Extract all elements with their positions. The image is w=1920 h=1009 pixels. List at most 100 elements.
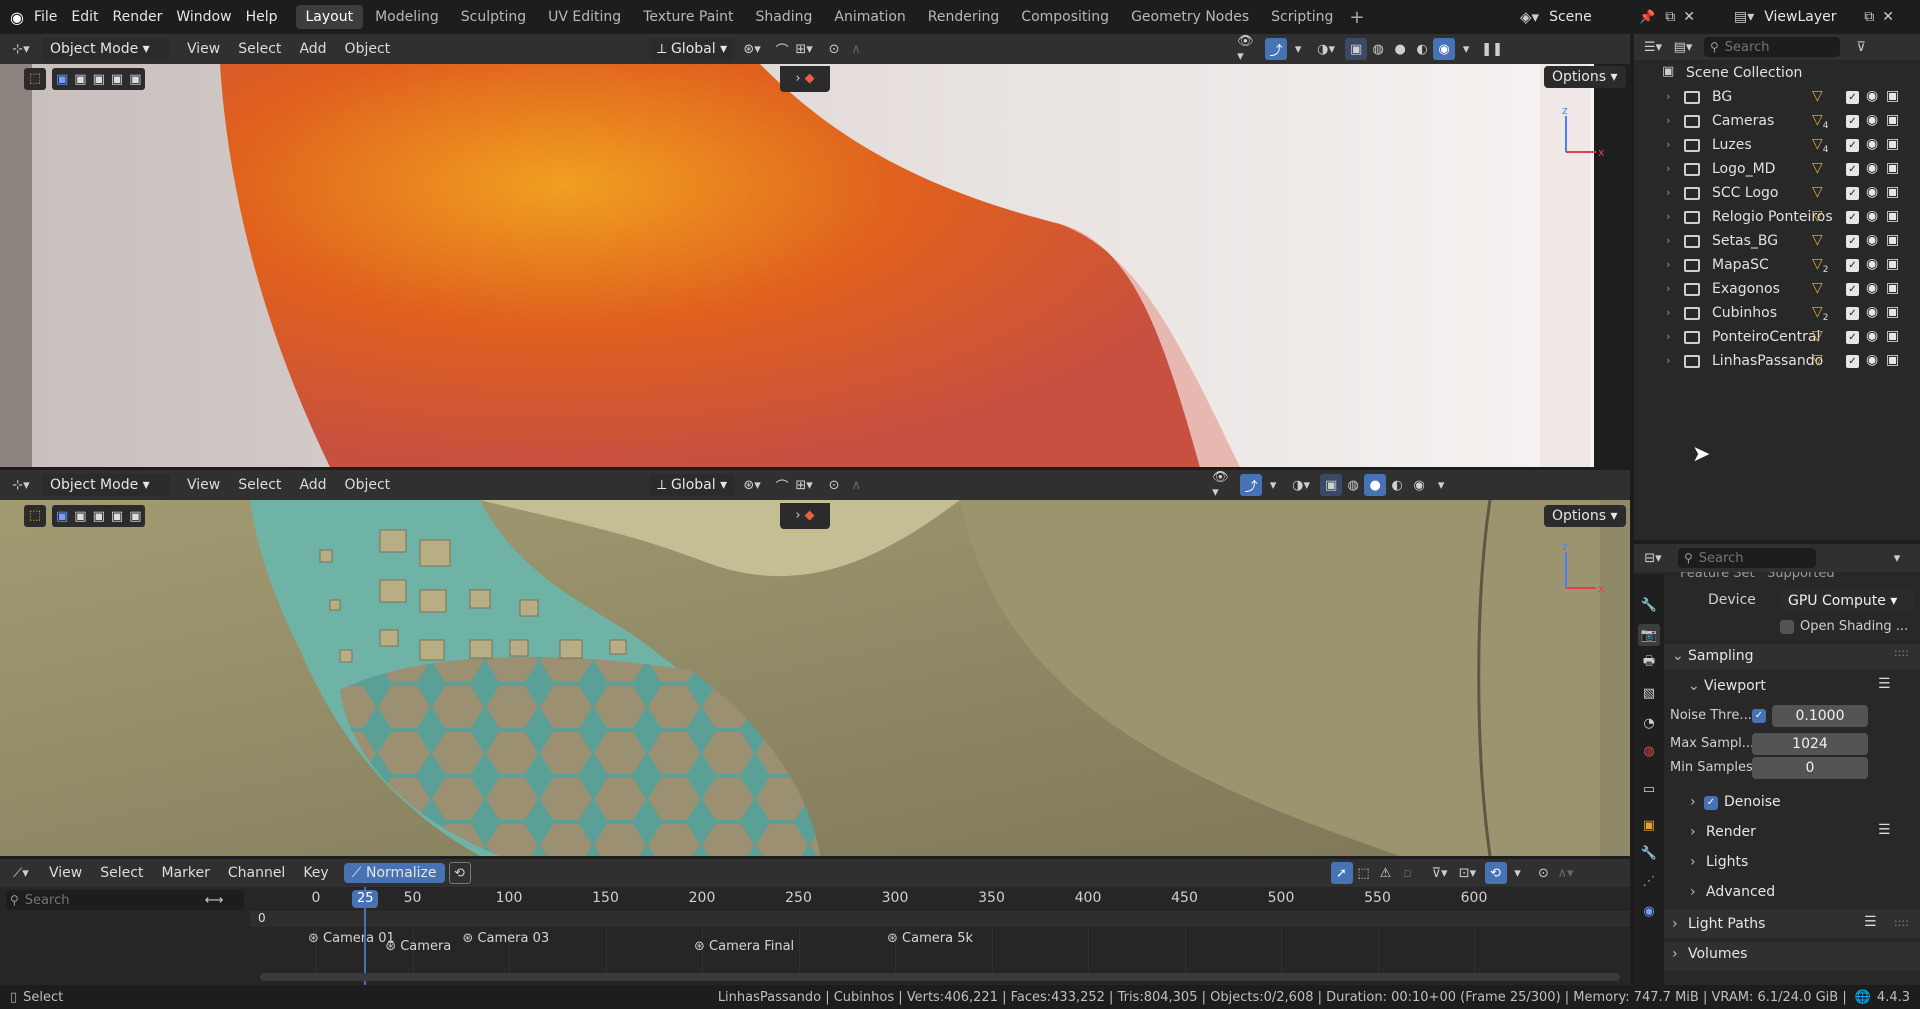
camera-icon[interactable]: ▣ [1886,88,1899,104]
light-paths-drag-icon[interactable]: :::: [1894,916,1909,929]
outliner-row[interactable]: › BG ▽ ✓ ◉ ▣ [1634,86,1920,110]
expand-arrow-icon[interactable]: › [1666,90,1670,103]
orientation-dropdown-bottom[interactable]: ⟂ Global ▾ [649,474,736,496]
expand-arrow-icon[interactable]: › [1666,162,1670,175]
denoise-checkbox[interactable]: ✓ [1704,796,1718,810]
vp-menu-add[interactable]: Add [290,41,335,57]
timeline-search-field[interactable]: ⚲ ⟷ [6,890,244,910]
tab-modeling[interactable]: Modeling [365,5,449,29]
outliner-row[interactable]: › Luzes ▽4 ✓ ◉ ▣ [1634,134,1920,158]
object-type-icon[interactable]: ▽ [1812,184,1823,200]
tab-uv-editing[interactable]: UV Editing [538,5,631,29]
timeline-search-input[interactable] [24,892,195,908]
select-new-icon[interactable]: ▣ [56,72,68,87]
vp2-menu-add[interactable]: Add [290,477,335,493]
tab-animation[interactable]: Animation [824,5,915,29]
menu-file[interactable]: File [34,9,57,25]
pin-icon[interactable]: 📌 [1639,10,1655,25]
timeline-marker[interactable]: ⊛ Camera 5k [887,931,973,946]
expand-arrow-icon[interactable]: › [1666,330,1670,343]
collection-name[interactable]: Cubinhos [1712,305,1777,321]
menu-help[interactable]: Help [246,9,278,25]
camera-icon[interactable]: ▣ [1886,352,1899,368]
viewport-bottom-solid[interactable]: ⬚ ▣ ▣ ▣ ▣ ▣ › ◆ Options ▾ z x [0,500,1630,856]
rendered-shading-icon-bottom[interactable]: ◉ [1408,474,1430,496]
collection-name[interactable]: Luzes [1712,137,1752,153]
shading-dropdown-icon-bottom[interactable]: ▾ [1430,474,1452,496]
eye-icon[interactable]: ◉ [1866,112,1878,128]
show-hidden-icon[interactable]: ⬚ [1353,862,1375,884]
collection-name[interactable]: Cameras [1712,113,1774,129]
collection-name[interactable]: MapaSC [1712,257,1769,273]
scene-tab-icon[interactable]: ◔ [1638,712,1660,734]
timeline-ruler[interactable]: -50050100150200250300350400450500550600 [250,887,1630,911]
falloff-icon[interactable]: ∧ [845,38,867,60]
editor-type-icon[interactable]: ⊹▾ [10,38,32,60]
physics-tab-icon[interactable]: ◉ [1638,900,1660,922]
solid-shading-icon[interactable]: ● [1389,38,1411,60]
orientation-dropdown[interactable]: ⟂ Global ▾ [649,38,736,60]
pivot-icon-bottom[interactable]: ⊛▾ [741,474,763,496]
snap-increment-icon-bottom[interactable]: ⊞▾ [793,474,815,496]
proportional-timeline-icon[interactable]: ⊙ [1533,862,1555,884]
refresh-icon[interactable]: ⟲ [448,862,471,884]
proportional-edit-icon-bottom[interactable]: ⊙ [823,474,845,496]
object-mode-dropdown[interactable]: Object Mode ▾ [42,38,170,60]
expand-arrow-icon[interactable]: › [1666,354,1670,367]
expand-arrow-icon[interactable]: › [1666,282,1670,295]
select-tool-icon-bottom[interactable]: ⬚ [24,505,46,527]
eye-icon[interactable]: ◉ [1866,256,1878,272]
timeline-scrollbar[interactable] [260,973,1620,981]
outliner-row[interactable]: › Cubinhos ▽2 ✓ ◉ ▣ [1634,302,1920,326]
pause-render-icon[interactable]: ❚❚ [1481,38,1503,60]
snap-dropdown-icon[interactable]: ▾ [1507,862,1529,884]
max-samples-field[interactable]: 1024 [1752,733,1868,755]
timeline-marker[interactable]: ⊛ Camera 01 [308,931,395,946]
tl-menu-key[interactable]: Key [294,865,337,881]
object-type-icon[interactable]: ▽4 [1812,112,1829,131]
vp2-menu-object[interactable]: Object [336,477,400,493]
view-layer-tab-icon[interactable]: ▧ [1638,682,1660,704]
object-type-icon[interactable]: ▽ [1812,232,1823,248]
errors-icon[interactable]: ⚠ [1375,862,1397,884]
exclude-checkbox[interactable]: ✓ [1846,187,1859,200]
display-mode-icon[interactable]: ▤▾ [1672,36,1694,58]
eye-icon[interactable]: ◉ [1866,328,1878,344]
select-subtract-icon[interactable]: ▣ [93,72,105,87]
outliner-row[interactable]: › PonteiroCentral ▽ ✓ ◉ ▣ [1634,326,1920,350]
wireframe-shading-icon-bottom[interactable]: ◍ [1342,474,1364,496]
object-type-icon[interactable]: ▽ [1812,352,1823,368]
expand-arrow-icon[interactable]: › [1666,210,1670,223]
tab-rendering[interactable]: Rendering [918,5,1010,29]
modifier-tab-icon[interactable]: 🔧 [1638,842,1660,864]
swap-icon[interactable]: ⟷ [205,893,224,908]
gizmo-dropdown-icon-bottom[interactable]: ▾ [1262,474,1284,496]
exclude-checkbox[interactable]: ✓ [1846,115,1859,128]
outliner-row[interactable]: › SCC Logo ▽ ✓ ◉ ▣ [1634,182,1920,206]
sidebar-toggle-icon[interactable]: › ◆ [780,66,830,92]
render-tab-icon[interactable]: 📷 [1638,624,1660,646]
overlay-icon[interactable]: ◑▾ [1315,38,1337,60]
denoise-label[interactable]: Denoise [1724,794,1781,810]
properties-editor-icon[interactable]: ⊟▾ [1642,547,1664,569]
filter-icon[interactable]: ⊽▾ [1429,862,1451,884]
xray-icon[interactable]: ▣ [1345,38,1368,60]
outliner-row[interactable]: › Exagonos ▽ ✓ ◉ ▣ [1634,278,1920,302]
exclude-checkbox[interactable]: ✓ [1846,235,1859,248]
tool-tab-icon[interactable]: 🔧 [1638,594,1660,616]
object-type-icon[interactable]: ▽ [1812,208,1823,224]
camera-icon[interactable]: ▣ [1886,184,1899,200]
shading-dropdown-icon[interactable]: ▾ [1455,38,1477,60]
view-layer-icon[interactable]: ▤▾ [1734,9,1754,25]
exclude-checkbox[interactable]: ✓ [1846,331,1859,344]
timeline-area[interactable]: -50050100150200250300350400450500550600 … [250,887,1630,985]
menu-window[interactable]: Window [176,9,231,25]
object-type-icon[interactable]: ▽4 [1812,136,1829,155]
eye-icon[interactable]: ◉ [1866,184,1878,200]
navigation-gizmo-icon[interactable]: z x [1556,104,1606,164]
advanced-subpanel-label[interactable]: Advanced [1706,884,1775,900]
properties-options-icon[interactable]: ▾ [1886,547,1908,569]
expand-arrow-icon[interactable]: › [1666,114,1670,127]
collection-name[interactable]: LinhasPassando [1712,353,1823,369]
object-type-icon[interactable]: ▽2 [1812,304,1829,323]
